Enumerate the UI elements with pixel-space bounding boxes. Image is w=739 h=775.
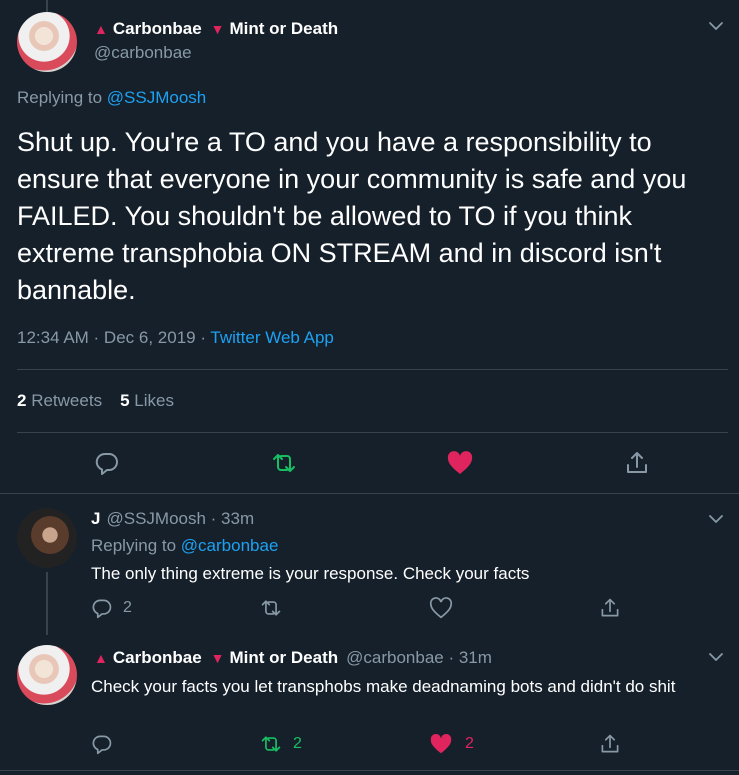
reply-action-share[interactable] [599, 733, 621, 755]
share-icon [601, 598, 619, 617]
like-count: 2 [465, 735, 474, 752]
more-options-button[interactable] [707, 648, 725, 666]
chevron-down-icon [709, 653, 723, 661]
retweet-icon [273, 454, 295, 472]
avatar[interactable] [17, 12, 77, 72]
reply-display-name-suffix: Mint or Death [229, 648, 339, 667]
reply-display-name: Carbonbae [112, 648, 202, 667]
more-options-button[interactable] [707, 510, 725, 528]
reply-icon [95, 452, 118, 475]
like-icon [429, 597, 453, 619]
like-icon [430, 733, 452, 754]
divider [17, 369, 728, 370]
retweets-stat[interactable]: 2 Retweets [17, 391, 102, 411]
chevron-down-icon [709, 515, 723, 523]
thread-top-line [46, 0, 48, 12]
like-icon [447, 451, 473, 474]
reply-handle-time: @carbonbae · 31m [346, 648, 492, 667]
reply-action-like[interactable]: 2 [429, 733, 474, 755]
retweets-label: Retweets [31, 391, 103, 410]
reply-count: 2 [123, 599, 132, 616]
reply-button[interactable] [94, 450, 120, 476]
reply-action-reply[interactable] [91, 733, 113, 755]
divider [17, 432, 728, 433]
reply-header[interactable]: J @SSJMoosh · 33m [91, 509, 254, 529]
more-options-button[interactable] [707, 17, 725, 35]
retweet-button[interactable] [270, 450, 298, 476]
thread-line [46, 572, 48, 635]
divider [0, 493, 739, 494]
tweet-source[interactable]: Twitter Web App [210, 328, 333, 347]
retweet-icon [261, 736, 281, 752]
reply-handle-time: @SSJMoosh · 33m [106, 509, 255, 528]
likes-count: 5 [120, 391, 130, 410]
retweet-count: 2 [293, 735, 302, 752]
retweets-count: 2 [17, 391, 27, 410]
tweet-meta: 12:34 AM · Dec 6, 2019 · Twitter Web App [17, 328, 334, 348]
author-handle[interactable]: @carbonbae [94, 43, 192, 63]
reply-icon [92, 735, 112, 755]
tweet-text: Shut up. You're a TO and you have a resp… [17, 127, 687, 305]
author-name-row[interactable]: ▲ Carbonbae ▼ Mint or Death [94, 19, 338, 39]
replying-to-label: Replying to [17, 88, 103, 107]
like-button[interactable] [446, 450, 474, 476]
reply-text: The only thing extreme is your response.… [91, 564, 530, 583]
reply-avatar[interactable] [17, 645, 77, 705]
share-icon [601, 734, 619, 753]
replying-to: Replying to @SSJMoosh [17, 88, 206, 108]
replying-to-label: Replying to [91, 536, 177, 555]
triangle-up-icon: ▲ [94, 650, 108, 666]
retweet-icon [261, 600, 281, 616]
author-display-name: Carbonbae [112, 19, 202, 38]
chevron-down-icon [709, 22, 723, 30]
reply-action-retweet[interactable]: 2 [259, 733, 302, 755]
replying-to-handle[interactable]: @carbonbae [181, 536, 279, 555]
reply-action-retweet[interactable] [259, 597, 283, 619]
divider [0, 770, 739, 771]
share-button[interactable] [624, 450, 650, 476]
tweet-time[interactable]: 12:34 AM · Dec 6, 2019 · [17, 328, 206, 347]
triangle-up-icon: ▲ [94, 21, 108, 37]
reply-avatar[interactable] [17, 508, 77, 568]
replying-to-handle[interactable]: @SSJMoosh [107, 88, 206, 107]
reply-action-share[interactable] [599, 597, 621, 619]
reply-header[interactable]: ▲ Carbonbae ▼ Mint or Death @carbonbae ·… [94, 648, 492, 668]
reply-display-name: J [91, 509, 101, 528]
engagement-stats: 2 Retweets 5 Likes [17, 391, 174, 411]
share-icon [627, 452, 647, 473]
reply-action-like[interactable] [429, 597, 453, 619]
reply-action-reply[interactable]: 2 [91, 597, 132, 619]
reply-icon [92, 599, 112, 619]
likes-stat[interactable]: 5 Likes [120, 391, 174, 411]
likes-label: Likes [134, 391, 174, 410]
author-display-name-suffix: Mint or Death [229, 19, 339, 38]
replying-to: Replying to @carbonbae [91, 536, 278, 556]
reply-text: Check your facts you let transphobs make… [91, 677, 676, 696]
triangle-down-icon: ▼ [210, 650, 225, 666]
triangle-down-icon: ▼ [210, 21, 225, 37]
